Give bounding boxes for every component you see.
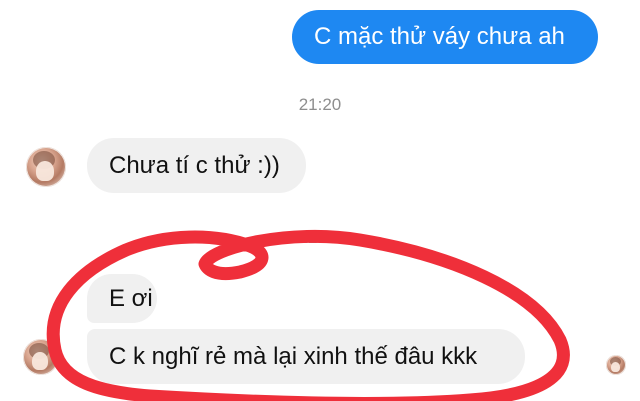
read-receipt-avatar <box>606 355 626 375</box>
chat-thread: C mặc thử váy chưa ah 21:20 Chưa tí c th… <box>0 0 640 401</box>
message-timestamp-1: 21:20 <box>298 95 342 114</box>
incoming-message-2[interactable]: E ơi <box>87 274 157 323</box>
incoming-message-text: C k nghĩ rẻ mà lại xinh thế đâu kkk <box>109 342 478 370</box>
incoming-message-text: E ơi <box>109 284 153 312</box>
incoming-message-3[interactable]: C k nghĩ rẻ mà lại xinh thế đâu kkk <box>87 329 525 384</box>
contact-avatar-2 <box>23 339 59 375</box>
incoming-message-1[interactable]: Chưa tí c thử :)) <box>87 138 306 193</box>
outgoing-message-text: C mặc thử váy chưa ah <box>314 23 565 50</box>
contact-avatar-1 <box>26 147 66 187</box>
incoming-message-text: Chưa tí c thử :)) <box>109 151 280 179</box>
outgoing-message-1[interactable]: C mặc thử váy chưa ah <box>292 10 598 64</box>
message-timestamp-2: 22:09 <box>298 228 342 247</box>
